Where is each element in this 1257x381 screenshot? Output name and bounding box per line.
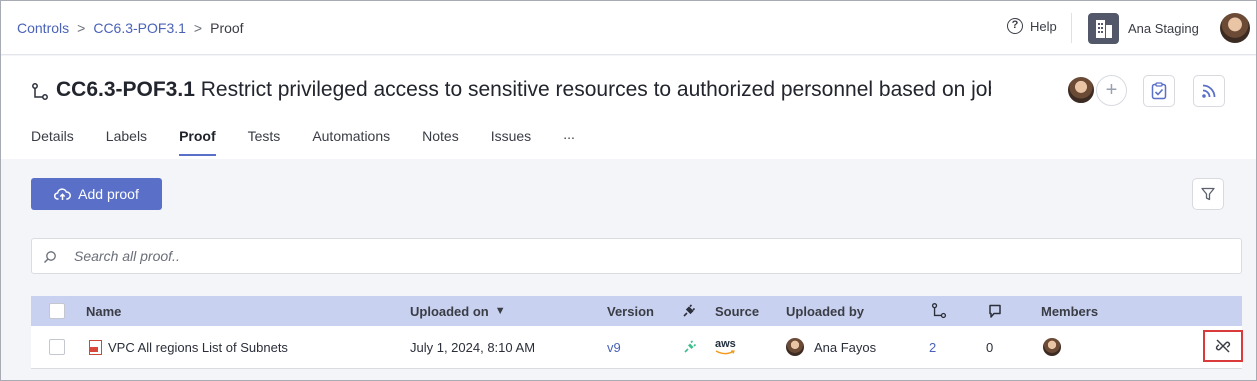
breadcrumb-controls[interactable]: Controls [17,20,69,36]
tab-labels[interactable]: Labels [106,128,147,156]
filter-button[interactable] [1192,178,1224,210]
plug-icon [683,304,696,317]
top-bar: Controls > CC6.3-POF3.1 > Proof ? Help A… [1,1,1256,55]
org-name[interactable]: Ana Staging [1128,21,1199,36]
header-comments [988,296,1002,326]
proof-name-cell[interactable]: VPC All regions List of Subnets [89,326,288,368]
feed-button[interactable] [1193,75,1225,107]
source-cell: aws [715,326,736,368]
user-avatar[interactable] [1220,13,1250,43]
breadcrumb-separator: > [193,20,203,36]
tab-automations[interactable]: Automations [312,128,390,156]
header-version[interactable]: Version [607,296,654,326]
header-plugin [682,296,696,326]
tab-proof[interactable]: Proof [179,128,216,156]
control-id: CC6.3-POF3.1 [56,78,195,101]
comments-count: 0 [986,339,994,355]
help-label: Help [1030,18,1057,34]
proof-name[interactable]: VPC All regions List of Subnets [108,340,288,355]
clipboard-check-icon [1151,82,1167,100]
control-title: Restrict privileged access to sensitive … [200,78,991,101]
unlink-proof-button[interactable] [1203,330,1243,362]
header-uploaded-on-label: Uploaded on [410,303,489,319]
members-cell [1043,326,1071,368]
owner-avatar[interactable] [1066,75,1096,105]
header-name[interactable]: Name [86,296,121,326]
plugin-status [683,326,697,368]
tab-more-button[interactable]: ... [563,126,575,156]
header-members[interactable]: Members [1041,296,1098,326]
uploaded-on: July 1, 2024, 8:10 AM [410,339,536,355]
version-link[interactable]: v9 [607,326,621,368]
breadcrumb-control-id[interactable]: CC6.3-POF3.1 [93,20,186,36]
tab-notes[interactable]: Notes [422,128,459,156]
sort-desc-icon: ▼ [494,305,506,317]
control-flow-icon [931,303,947,319]
breadcrumb-current: Proof [210,20,244,36]
search-bar [31,238,1242,274]
tab-details[interactable]: Details [31,128,74,156]
aws-logo: aws [715,339,736,355]
select-all-checkbox-cell [49,296,65,326]
uploaded-by-cell: Ana Fayos [786,326,876,368]
header-uploaded-on[interactable]: Uploaded on ▼ [410,296,506,326]
tab-issues[interactable]: Issues [491,128,531,156]
row-checkbox[interactable] [49,339,65,355]
select-all-checkbox[interactable] [49,303,65,319]
plug-icon [684,340,697,353]
add-owner-button[interactable]: + [1096,75,1127,106]
tab-bar: Details Labels Proof Tests Automations N… [31,126,575,156]
row-checkbox-cell [49,326,65,368]
page-title: CC6.3-POF3.1 Restrict privileged access … [56,78,991,104]
search-input[interactable] [74,239,1224,273]
divider [1071,13,1072,43]
control-header: CC6.3-POF3.1 Restrict privileged access … [1,56,1256,159]
unlink-icon [1215,339,1231,353]
aws-smile-icon [716,350,736,355]
question-circle-icon: ? [1007,18,1023,34]
uploader-avatar [786,338,804,356]
control-flow-icon [32,83,48,100]
tab-tests[interactable]: Tests [248,128,281,156]
header-source[interactable]: Source [715,296,759,326]
member-avatar[interactable] [1043,338,1061,356]
filter-icon [1201,187,1215,201]
clipboard-check-button[interactable] [1143,75,1175,107]
controls-count[interactable]: 2 [929,326,936,368]
rss-icon [1202,84,1216,98]
add-proof-button[interactable]: Add proof [31,178,162,210]
add-proof-label: Add proof [78,186,139,202]
table-row[interactable]: VPC All regions List of Subnets July 1, … [31,326,1243,369]
cloud-upload-icon [54,188,72,200]
header-uploaded-by[interactable]: Uploaded by [786,296,864,326]
breadcrumb: Controls > CC6.3-POF3.1 > Proof [17,20,244,36]
app-frame: Controls > CC6.3-POF3.1 > Proof ? Help A… [0,0,1257,381]
header-controls [931,296,947,326]
building-icon[interactable] [1088,13,1119,44]
source-name: aws [715,338,736,350]
breadcrumb-separator: > [77,20,86,36]
uploader-name: Ana Fayos [814,339,877,355]
help-button[interactable]: ? Help [1007,18,1057,34]
pdf-file-icon [89,339,102,355]
search-icon [44,251,56,263]
comment-icon [989,304,1001,318]
table-header: Name Uploaded on ▼ Version Source Upload… [31,296,1242,326]
